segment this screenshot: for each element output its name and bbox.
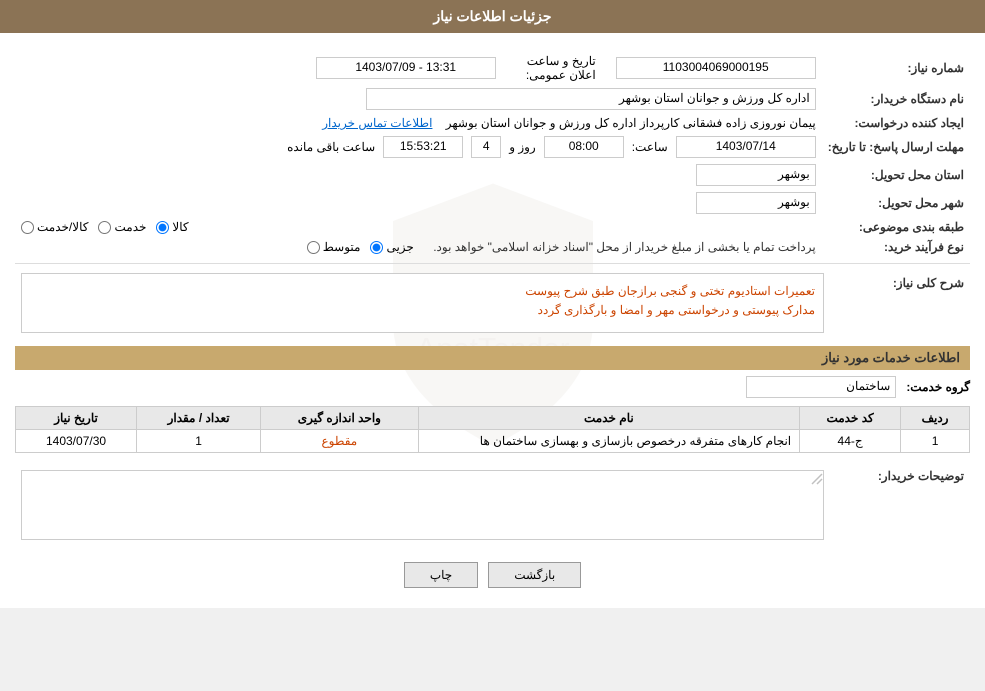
description-text: تعمیرات استادیوم تختی و گنجی برازجان طبق…: [21, 273, 824, 333]
buyer-notes-box: [21, 470, 824, 540]
remaining-days-label: روز و: [509, 140, 536, 154]
row-num: 1: [901, 430, 970, 453]
category-option-kala[interactable]: کالا: [156, 220, 188, 234]
service-group-label: گروه خدمت:: [906, 380, 970, 394]
print-button[interactable]: چاپ: [404, 562, 478, 588]
purchase-type-label: نوع فرآیند خرید:: [822, 237, 970, 257]
service-name: انجام کارهای متفرقه درخصوص بازسازی و بهس…: [418, 430, 800, 453]
response-deadline-label: مهلت ارسال پاسخ: تا تاریخ:: [822, 133, 970, 161]
table-row: 1 ج-44 انجام کارهای متفرقه درخصوص بازساز…: [16, 430, 970, 453]
requester-value: پیمان نوروزی زاده فشقانی کارپرداز اداره …: [446, 116, 816, 130]
category-label: طبقه بندی موضوعی:: [822, 217, 970, 237]
remaining-time: 15:53:21: [383, 136, 463, 158]
response-date: 1403/07/14: [676, 136, 816, 158]
requester-label: ایجاد کننده درخواست:: [822, 113, 970, 133]
services-table: ردیف کد خدمت نام خدمت واحد اندازه گیری ت…: [15, 406, 970, 453]
contact-link[interactable]: اطلاعات تماس خریدار: [322, 116, 432, 130]
buyer-notes-label: توضیحات خریدار:: [830, 463, 970, 547]
purchase-type-motavasset[interactable]: متوسط: [307, 240, 361, 254]
buyer-org-value: اداره کل ورزش و جوانان استان بوشهر: [366, 88, 816, 110]
resize-icon: [811, 473, 823, 485]
page-title: جزئیات اطلاعات نیاز: [433, 8, 551, 24]
response-time-label: ساعت:: [632, 140, 668, 154]
service-section-title: اطلاعات خدمات مورد نیاز: [15, 346, 970, 370]
announce-date-value: 1403/07/09 - 13:31: [316, 57, 496, 79]
delivery-city-value: بوشهر: [696, 192, 816, 214]
purchase-type-radio-group: متوسط جزیی: [307, 240, 414, 254]
unit: مقطوع: [261, 430, 418, 453]
delivery-city-label: شهر محل تحویل:: [822, 189, 970, 217]
response-time: 08:00: [544, 136, 624, 158]
remaining-days: 4: [471, 136, 501, 158]
service-code: ج-44: [800, 430, 901, 453]
need-number-label: شماره نیاز:: [822, 51, 970, 85]
quantity: 1: [137, 430, 261, 453]
service-group-row: گروه خدمت: ساختمان: [15, 376, 970, 398]
col-need-date: تاریخ نیاز: [16, 407, 137, 430]
buyer-org-label: نام دستگاه خریدار:: [822, 85, 970, 113]
need-date: 1403/07/30: [16, 430, 137, 453]
need-number-value: 1103004069000195: [616, 57, 816, 79]
announce-date-label: تاریخ و ساعت اعلان عمومی:: [502, 51, 602, 85]
description-label: شرح کلی نیاز:: [830, 270, 970, 336]
category-option-kala-khedmat[interactable]: کالا/خدمت: [21, 220, 88, 234]
service-group-value: ساختمان: [746, 376, 896, 398]
bottom-buttons: بازگشت چاپ: [15, 562, 970, 588]
page-header: جزئیات اطلاعات نیاز: [0, 0, 985, 33]
col-row-num: ردیف: [901, 407, 970, 430]
remaining-suffix: ساعت باقی مانده: [287, 140, 375, 154]
delivery-province-value: بوشهر: [696, 164, 816, 186]
purchase-type-jozi[interactable]: جزیی: [370, 240, 413, 254]
col-quantity: تعداد / مقدار: [137, 407, 261, 430]
col-unit: واحد اندازه گیری: [261, 407, 418, 430]
back-button[interactable]: بازگشت: [488, 562, 581, 588]
col-service-name: نام خدمت: [418, 407, 800, 430]
category-option-khedmat[interactable]: خدمت: [98, 220, 146, 234]
purchase-note: پرداخت تمام یا بخشی از مبلغ خریدار از مح…: [433, 240, 816, 254]
category-radio-group: کالا/خدمت خدمت کالا: [21, 220, 816, 234]
col-service-code: کد خدمت: [800, 407, 901, 430]
delivery-province-label: استان محل تحویل:: [822, 161, 970, 189]
